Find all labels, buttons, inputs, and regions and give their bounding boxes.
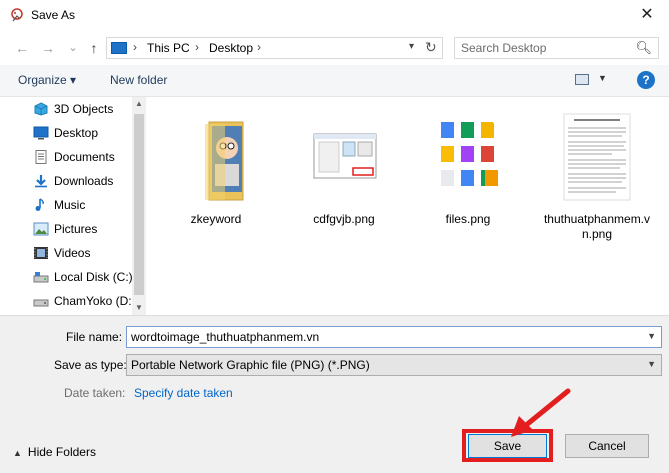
cancel-button[interactable]: Cancel [565, 434, 649, 458]
scrollbar-thumb[interactable] [134, 114, 144, 295]
title-bar: Save As ✕ [0, 0, 669, 31]
close-icon[interactable]: ✕ [637, 5, 657, 25]
desktop-icon [33, 126, 49, 140]
view-dropdown-icon[interactable]: ▼ [598, 73, 607, 83]
sidebar-item-3d-objects[interactable]: 3D Objects [0, 98, 132, 120]
search-input[interactable] [461, 41, 631, 55]
address-bar[interactable]: › This PC › Desktop › ▾ ↻ [106, 37, 443, 59]
paint-app-icon [11, 8, 23, 22]
breadcrumb-separator: › [195, 40, 199, 54]
date-taken-label: Date taken: [64, 386, 126, 400]
sidebar-item-videos[interactable]: Videos [0, 242, 132, 264]
videos-icon [34, 247, 48, 259]
folder-thumbnail-icon [205, 121, 244, 201]
image-thumbnail-icon [313, 133, 377, 179]
navigation-pane: 3D Objects Desktop Documents Downloads M… [0, 97, 146, 315]
download-icon [35, 175, 47, 188]
navigation-bar: ← → ⌄ ↑ › This PC › Desktop › ▾ ↻ 🔍︎ [0, 31, 669, 65]
forward-arrow-icon[interactable]: → [40, 39, 56, 57]
file-name: files.png [445, 212, 491, 226]
image-thumbnail-icon [441, 122, 502, 186]
file-name-dropdown-icon[interactable]: ▼ [647, 331, 656, 341]
view-options-icon[interactable] [575, 74, 589, 85]
breadcrumb-separator: › [133, 40, 137, 54]
refresh-icon[interactable]: ↻ [425, 39, 437, 56]
sidebar-item-downloads[interactable]: Downloads [0, 170, 132, 192]
sidebar-item-label: 3D Objects [54, 102, 114, 116]
documents-icon [35, 150, 47, 164]
file-name-field[interactable]: ▼ [126, 326, 662, 348]
sidebar-item-label: ChamYoko (D: [54, 294, 132, 308]
sidebar-item-chamyoko-drive[interactable]: ChamYoko (D: [0, 290, 132, 312]
sidebar-item-label: Videos [54, 246, 91, 260]
sidebar-item-documents[interactable]: Documents [0, 146, 132, 168]
file-name: zkeyword [190, 212, 242, 226]
scroll-down-arrow-icon[interactable]: ▼ [132, 301, 146, 315]
up-arrow-icon[interactable]: ↑ [86, 39, 102, 57]
breadcrumb-separator: › [257, 40, 261, 54]
recent-locations-icon[interactable]: ⌄ [65, 39, 81, 57]
music-icon [35, 198, 44, 211]
window-title: Save As [31, 8, 76, 22]
sidebar-item-label: Pictures [54, 222, 98, 236]
drive-icon [33, 299, 49, 307]
organize-button[interactable]: Organize ▾ [18, 73, 76, 87]
sidebar-item-desktop[interactable]: Desktop [0, 122, 132, 144]
command-toolbar: Organize ▾ New folder ▼ ? [0, 65, 669, 97]
sidebar-item-label: Downloads [54, 174, 114, 188]
sidebar-item-music[interactable]: Music [0, 194, 132, 216]
save-type-value: Portable Network Graphic file (PNG) (*.P… [131, 358, 370, 372]
sidebar-item-label: Documents [54, 150, 115, 164]
scroll-up-arrow-icon[interactable]: ▲ [132, 97, 146, 111]
back-arrow-icon[interactable]: ← [14, 39, 30, 57]
search-box[interactable]: 🔍︎ [454, 37, 659, 59]
file-name-input[interactable] [131, 330, 631, 344]
breadcrumb-desktop[interactable]: Desktop [209, 41, 253, 55]
sidebar-item-label: Local Disk (C:) [54, 270, 133, 284]
sidebar-item-local-disk[interactable]: Local Disk (C:) [0, 266, 133, 288]
pictures-icon [33, 222, 49, 236]
sidebar-item-pictures[interactable]: Pictures [0, 218, 132, 240]
disk-icon [33, 272, 49, 283]
document-thumbnail-icon [563, 113, 631, 201]
specify-date-link[interactable]: Specify date taken [134, 386, 233, 400]
hide-folders-button[interactable]: ▲ Hide Folders [13, 445, 96, 459]
file-name-label: File name: [66, 330, 123, 344]
hide-folders-label: Hide Folders [27, 445, 96, 459]
new-folder-button[interactable]: New folder [110, 73, 167, 87]
breadcrumb-this-pc[interactable]: This PC [147, 41, 190, 55]
this-pc-icon [111, 42, 127, 54]
save-type-label: Save as type: [54, 358, 127, 372]
chevron-up-icon: ▲ [13, 448, 22, 458]
file-name: cdfgvjb.png [313, 212, 375, 226]
cube-icon [34, 102, 48, 116]
save-type-dropdown-icon[interactable]: ▼ [647, 359, 656, 369]
help-icon[interactable]: ? [637, 71, 655, 89]
save-type-select[interactable]: Portable Network Graphic file (PNG) (*.P… [126, 354, 662, 376]
file-list: zkeyword cdfgvjb.png files.png thuthuatp… [146, 97, 669, 315]
search-icon[interactable]: 🔍︎ [635, 40, 652, 56]
file-name: thuthuatphanmem.vn.png [543, 212, 651, 241]
sidebar-item-label: Music [54, 198, 86, 212]
navigation-scrollbar[interactable]: ▲ ▼ [132, 97, 146, 315]
address-dropdown-icon[interactable]: ▾ [409, 41, 414, 52]
sidebar-item-label: Desktop [54, 126, 99, 140]
red-arrow-annotation-icon [511, 388, 571, 437]
